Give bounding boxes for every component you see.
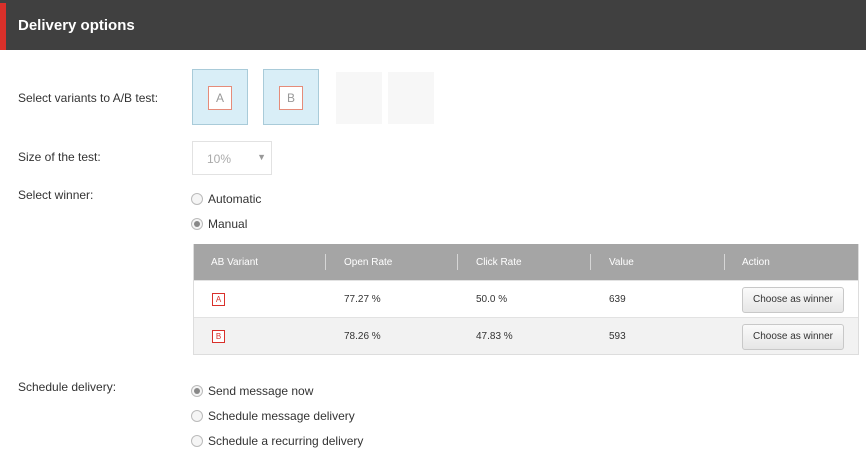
- radio-button[interactable]: [191, 435, 203, 447]
- choose-winner-button[interactable]: Choose as winner: [742, 324, 844, 350]
- header-accent-bar: [0, 3, 6, 50]
- column-divider: [457, 254, 458, 270]
- radio-label: Send message now: [208, 384, 314, 398]
- winner-label: Select winner:: [18, 188, 94, 202]
- value-cell: 593: [609, 331, 626, 342]
- choose-winner-button[interactable]: Choose as winner: [742, 287, 844, 313]
- variant-card-a[interactable]: A: [192, 69, 248, 125]
- radio-button[interactable]: [191, 410, 203, 422]
- ab-results-table: AB Variant Open Rate Click Rate Value Ac…: [193, 244, 859, 355]
- radio-label: Manual: [208, 217, 248, 231]
- variant-b-letter: B: [279, 86, 303, 110]
- radio-label: Schedule message delivery: [208, 409, 355, 423]
- open-rate-cell: 78.26 %: [344, 331, 381, 342]
- column-divider: [724, 254, 725, 270]
- table-header: AB Variant Open Rate Click Rate Value Ac…: [194, 244, 858, 280]
- column-header: Action: [742, 257, 770, 268]
- column-divider: [325, 254, 326, 270]
- variant-badge: A: [212, 293, 225, 306]
- column-header: AB Variant: [211, 257, 259, 268]
- section-title: Delivery options: [18, 17, 135, 34]
- table-row: A 77.27 % 50.0 % 639 Choose as winner: [194, 280, 858, 317]
- table-row: B 78.26 % 47.83 % 593 Choose as winner: [194, 317, 858, 354]
- variant-card-b[interactable]: B: [263, 69, 319, 125]
- column-header: Click Rate: [476, 257, 522, 268]
- variant-a-letter: A: [208, 86, 232, 110]
- click-rate-cell: 50.0 %: [476, 294, 508, 305]
- radio-label: Automatic: [208, 192, 262, 206]
- column-header: Value: [609, 257, 634, 268]
- variant-placeholder: [336, 72, 382, 124]
- variants-label: Select variants to A/B test:: [18, 91, 159, 105]
- radio-button[interactable]: [191, 218, 203, 230]
- schedule-label: Schedule delivery:: [18, 380, 117, 394]
- chevron-down-icon: ▼: [257, 152, 266, 162]
- variant-placeholder: [388, 72, 434, 124]
- section-header: Delivery options: [0, 0, 866, 50]
- radio-button[interactable]: [191, 193, 203, 205]
- click-rate-cell: 47.83 %: [476, 331, 513, 342]
- open-rate-cell: 77.27 %: [344, 294, 381, 305]
- column-header: Open Rate: [344, 257, 393, 268]
- test-size-value: 10%: [207, 152, 232, 166]
- schedule-section: Schedule delivery: Send message now Sche…: [0, 363, 866, 453]
- variant-badge: B: [212, 330, 225, 343]
- column-divider: [590, 254, 591, 270]
- radio-button[interactable]: [191, 385, 203, 397]
- value-cell: 639: [609, 294, 626, 305]
- radio-label: Schedule a recurring delivery: [208, 434, 364, 448]
- test-size-select[interactable]: 10% ▼: [192, 141, 272, 175]
- test-size-label: Size of the test:: [18, 150, 101, 164]
